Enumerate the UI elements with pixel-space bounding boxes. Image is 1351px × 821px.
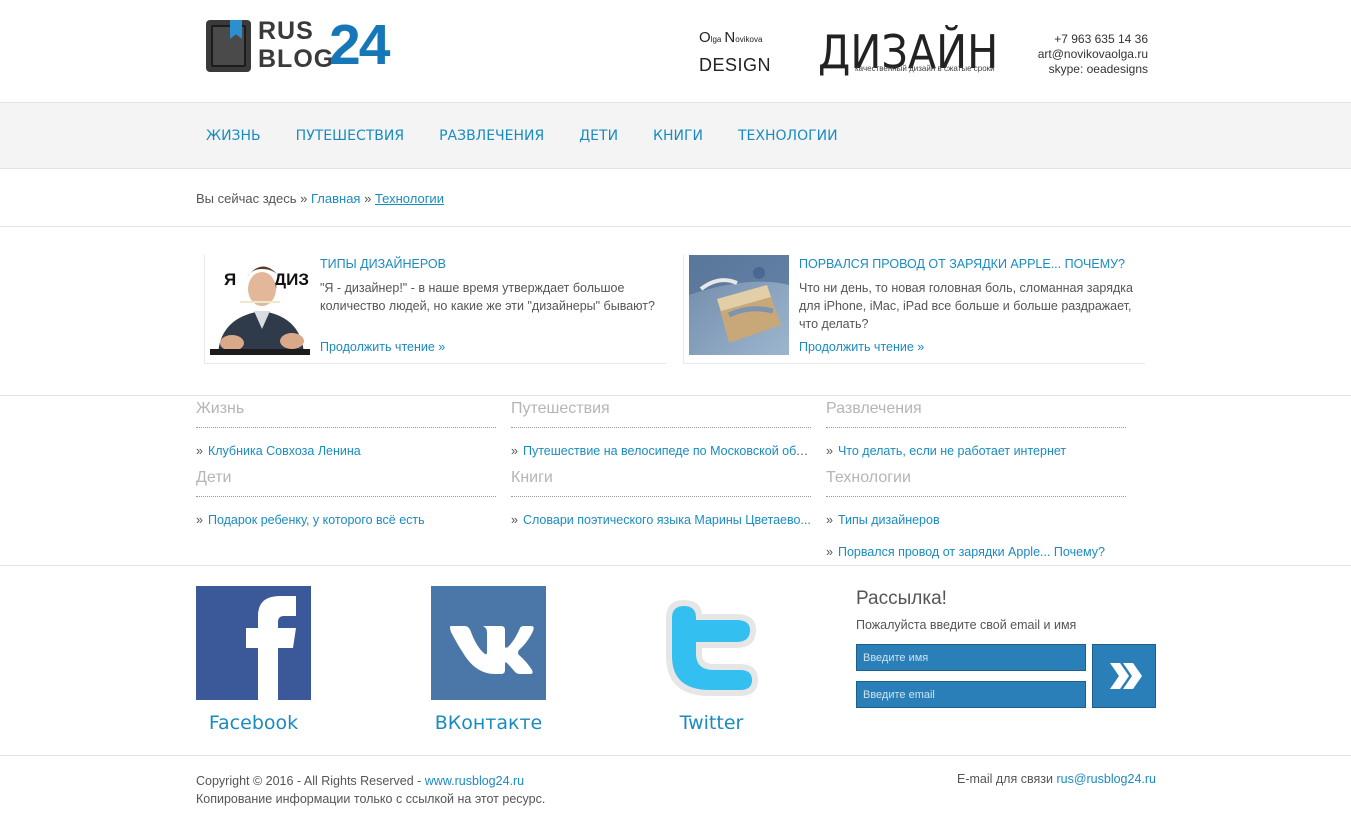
- list-item: » Порвался провод от зарядки Apple... Поч…: [826, 545, 1105, 559]
- banner-contacts: +7 963 635 14 36 art@novikovaolga.ru sky…: [1038, 32, 1148, 77]
- design-banner[interactable]: Olga Novikova DESIGN ДИЗАЙН качественный…: [684, 18, 1152, 80]
- category-post-link[interactable]: Путешествие на велосипеде по Московской …: [523, 444, 811, 458]
- category-block-books: Книги » Словари поэтического языка Марины…: [511, 465, 811, 543]
- email-input[interactable]: [856, 681, 1086, 708]
- contact-email: E-mail для связи rus@rusblog24.ru: [957, 772, 1156, 786]
- subscribe-button[interactable]: [1092, 644, 1156, 708]
- banner-design-label: DESIGN: [699, 55, 772, 75]
- nav-item-entertainment[interactable]: РАЗВЛЕЧЕНИЯ: [439, 103, 544, 169]
- category-post-link[interactable]: Что делать, если не работает интернет: [838, 444, 1066, 458]
- list-item: » Типы дизайнеров: [826, 513, 940, 527]
- category-title: Жизнь: [196, 396, 496, 428]
- list-item: » Путешествие на велосипеде по Московской…: [511, 442, 811, 460]
- category-block-travel: Путешествия » Путешествие на велосипеде п…: [511, 396, 811, 474]
- main-nav: ЖИЗНЬ ПУТЕШЕСТВИЯ РАЗВЛЕЧЕНИЯ ДЕТИ КНИГИ…: [0, 103, 1351, 169]
- thumb-caption-right: ДИЗ: [274, 270, 309, 289]
- breadcrumb-home-link[interactable]: Главная: [311, 191, 360, 206]
- category-block-entertainment: Развлечения » Что делать, если не работае…: [826, 396, 1126, 474]
- vk-link[interactable]: ВКонтакте: [431, 586, 546, 734]
- banner-phone: +7 963 635 14 36: [1054, 32, 1148, 46]
- banner-designer-name: Olga Novikova: [699, 29, 763, 46]
- newsletter-subtitle: Пожалуйста введите свой email и имя: [856, 618, 1077, 632]
- breadcrumb-separator: »: [364, 191, 372, 206]
- vk-label: ВКонтакте: [434, 712, 543, 734]
- category-block-kids: Дети » Подарок ребенку, у которого всё ес…: [196, 465, 496, 543]
- post-thumbnail-charger[interactable]: [689, 255, 789, 355]
- category-title: Технологии: [826, 465, 1126, 497]
- contact-email-link[interactable]: rus@rusblog24.ru: [1056, 772, 1156, 786]
- read-more-link[interactable]: Продолжить чтение »: [320, 340, 445, 354]
- nav-item-books[interactable]: КНИГИ: [653, 103, 703, 169]
- newsletter-title: Рассылка!: [856, 588, 947, 609]
- category-post-link[interactable]: Типы дизайнеров: [838, 513, 940, 527]
- breadcrumb-separator: »: [300, 191, 308, 206]
- banner-skype: skype: oeadesigns: [1048, 62, 1148, 76]
- category-block-life: Жизнь » Клубника Совхоза Ленина: [196, 396, 496, 474]
- banner-email: art@novikovaolga.ru: [1037, 47, 1148, 61]
- breadcrumb: Вы сейчас здесь » Главная » Технологии: [0, 169, 1351, 227]
- list-item: » Подарок ребенку, у которого всё есть: [196, 513, 425, 527]
- twitter-label: Twitter: [679, 712, 744, 734]
- category-post-link[interactable]: Порвался провод от зарядки Apple... Поче…: [838, 545, 1105, 559]
- featured-posts: Я ДИЗ Типы дизайнеров "Я - дизайнер!" - …: [0, 227, 1351, 396]
- facebook-label: Facebook: [208, 712, 299, 734]
- category-post-link[interactable]: Подарок ребенку, у которого всё есть: [208, 513, 425, 527]
- category-title: Развлечения: [826, 396, 1126, 428]
- facebook-link[interactable]: Facebook: [196, 586, 311, 734]
- twitter-link[interactable]: Twitter: [654, 586, 769, 734]
- breadcrumb-prefix: Вы сейчас здесь: [196, 191, 297, 206]
- social-section: Facebook ВКонтакте Twitter Рассылка! Пож…: [0, 566, 1351, 756]
- copyright-text: Copyright © 2016 - All Rights Reserved -: [196, 774, 422, 788]
- thumb-caption-left: Я: [224, 270, 236, 289]
- site-logo[interactable]: RUS BLOG 24: [206, 13, 411, 77]
- category-post-link[interactable]: Словари поэтического языка Марины Цветае…: [523, 513, 811, 527]
- post-card: Я ДИЗ Типы дизайнеров "Я - дизайнер!" - …: [204, 255, 666, 364]
- copy-notice: Копирование информации только с ссылкой …: [196, 792, 546, 806]
- post-title-link[interactable]: Типы дизайнеров: [320, 257, 446, 271]
- twitter-icon[interactable]: [654, 586, 769, 700]
- newsletter-form: Рассылка! Пожалуйста введите свой email …: [856, 588, 1156, 708]
- site-link[interactable]: www.rusblog24.ru: [425, 774, 524, 788]
- copyright: Copyright © 2016 - All Rights Reserved -…: [196, 772, 545, 808]
- category-title: Дети: [196, 465, 496, 497]
- contact-email-label: E-mail для связи: [957, 772, 1053, 786]
- category-lists: Жизнь » Клубника Совхоза Ленина Путешеств…: [0, 396, 1351, 566]
- post-title-link[interactable]: Порвался провод от зарядки Apple... Поче…: [799, 257, 1125, 271]
- post-excerpt: Что ни день, то новая головная боль, сло…: [799, 281, 1133, 331]
- list-item: » Что делать, если не работает интернет: [826, 444, 1067, 458]
- site-footer: Copyright © 2016 - All Rights Reserved -…: [0, 756, 1351, 821]
- nav-item-kids[interactable]: ДЕТИ: [579, 103, 618, 169]
- nav-item-life[interactable]: ЖИЗНЬ: [206, 103, 261, 169]
- read-more-link[interactable]: Продолжить чтение »: [799, 340, 924, 354]
- list-item: » Словари поэтического языка Марины Цвета…: [511, 513, 811, 527]
- list-item: » Клубника Совхоза Ленина: [196, 444, 361, 458]
- breadcrumb-current-link[interactable]: Технологии: [375, 191, 444, 206]
- site-header: RUS BLOG 24 Olga Novikova DESIGN ДИЗАЙН …: [0, 0, 1351, 103]
- nav-item-travel[interactable]: ПУТЕШЕСТВИЯ: [296, 103, 404, 169]
- vk-icon[interactable]: [431, 586, 546, 700]
- double-chevron-right-icon: [1110, 663, 1142, 689]
- facebook-icon[interactable]: [196, 586, 311, 700]
- post-card: Порвался провод от зарядки Apple... Поче…: [683, 255, 1145, 364]
- banner-slogan: качественный дизайн в сжатые сроки: [855, 64, 995, 73]
- name-input[interactable]: [856, 644, 1086, 671]
- category-title: Книги: [511, 465, 811, 497]
- logo-text-24: 24: [329, 13, 390, 77]
- logo-text-rus: RUS: [258, 17, 314, 45]
- post-excerpt: "Я - дизайнер!" - в наше время утверждае…: [320, 281, 655, 313]
- category-post-link[interactable]: Клубника Совхоза Ленина: [208, 444, 361, 458]
- category-title: Путешествия: [511, 396, 811, 428]
- logo-text-blog: BLOG: [258, 45, 335, 73]
- nav-item-technology[interactable]: ТЕХНОЛОГИИ: [738, 103, 838, 169]
- book-icon: [206, 20, 251, 72]
- post-thumbnail-designer[interactable]: Я ДИЗ: [210, 255, 310, 355]
- category-block-technology: Технологии » Типы дизайнеров » Порвался пр…: [826, 465, 1126, 575]
